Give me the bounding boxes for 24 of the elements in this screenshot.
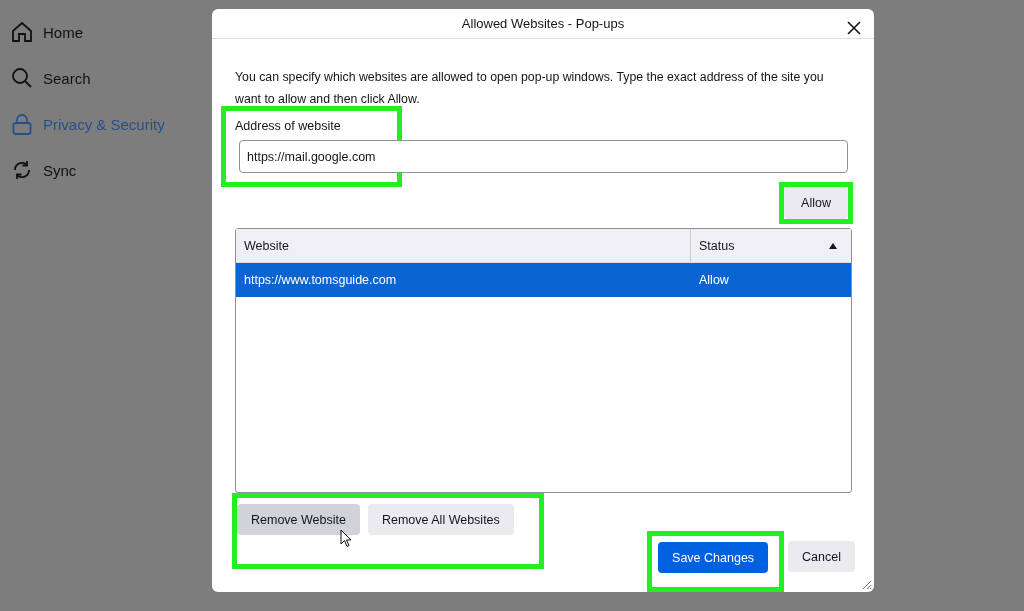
remove-button[interactable]: Remove Website	[237, 504, 360, 535]
resize-grip-icon[interactable]	[860, 578, 872, 590]
sidebar-item[interactable]: Sync	[7, 154, 207, 186]
dialog-title: Allowed Websites - Pop-ups	[461, 16, 625, 31]
column-header[interactable]: Status	[691, 229, 851, 262]
save-button[interactable]: Save Changes	[658, 542, 769, 573]
sidebar-item[interactable]: Search	[7, 62, 207, 94]
home-icon	[11, 21, 33, 43]
status-cell-text: Allow	[698, 273, 730, 287]
allow-button[interactable]: Allow	[784, 187, 848, 219]
website-cell-text: https://www.tomsguide.com	[243, 273, 398, 287]
search-icon	[11, 67, 33, 89]
close-icon	[847, 21, 861, 35]
address-label: Address of website	[235, 119, 341, 133]
cancel-button[interactable]: Cancel	[788, 541, 855, 572]
sidebar-item[interactable]: Home	[7, 16, 207, 48]
remove-button[interactable]: Remove All Websites	[367, 504, 514, 535]
address-field[interactable]: https://mail.google.com	[239, 140, 848, 173]
sync-icon	[11, 159, 33, 181]
table-row[interactable]: https://www.tomsguide.com Allow	[236, 263, 851, 297]
lock-icon	[11, 113, 33, 135]
column-header[interactable]: Website	[236, 229, 691, 262]
description-text: You can specify which websites are allowed to open pop-up windows. Type the exact address of the site you want to allow and then click Allow.	[235, 69, 825, 108]
mouse-cursor-icon	[340, 529, 353, 548]
